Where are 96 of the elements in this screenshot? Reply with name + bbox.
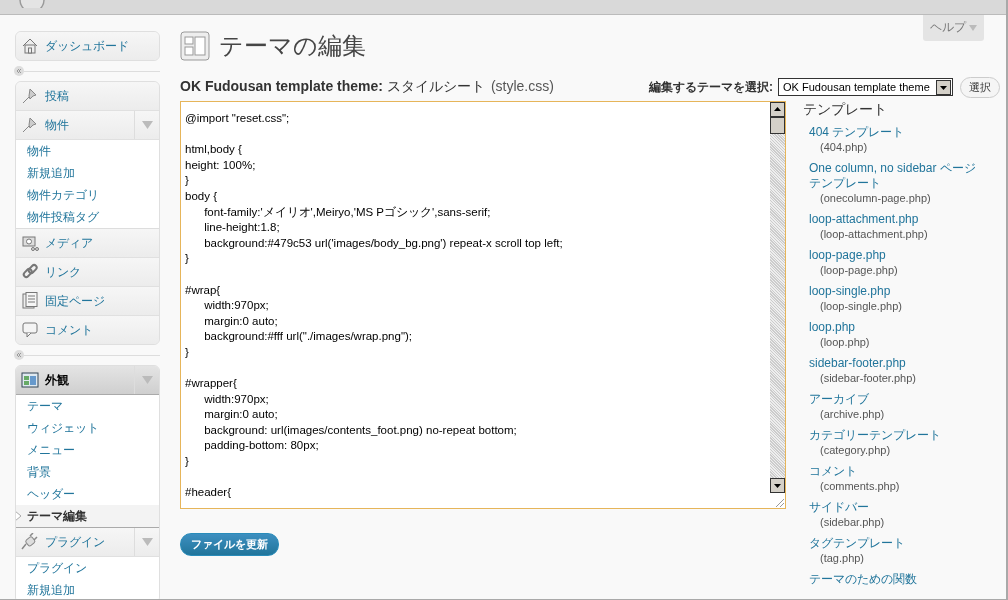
template-file: (loop.php) (819, 335, 871, 349)
submenu-item[interactable]: メニュー (16, 439, 159, 461)
submenu-item[interactable]: テーマ編集 (16, 505, 159, 527)
collapse-icon[interactable] (14, 66, 24, 76)
template-link[interactable]: loop-single.php (809, 284, 977, 299)
scroll-up-icon[interactable] (770, 102, 785, 117)
submenu-item[interactable]: 新規追加 (16, 579, 159, 599)
template-file: (loop-attachment.php) (819, 227, 929, 241)
file-name: (style.css) (490, 78, 554, 94)
update-file-button[interactable]: ファイルを更新 (180, 533, 279, 556)
file-heading: OK Fudousan template theme: スタイルシート (180, 78, 485, 94)
scroll-down-icon[interactable] (770, 478, 785, 493)
collapse-icon[interactable] (14, 350, 24, 360)
dropdown-arrow-icon[interactable] (141, 121, 153, 129)
help-tab[interactable]: ヘルプ (923, 15, 984, 41)
template-file: (sidebar-footer.php) (819, 371, 917, 385)
code-line: margin:0 auto; (203, 407, 279, 423)
menu-item[interactable]: 物件 (16, 111, 159, 140)
house-icon (21, 37, 39, 55)
submenu-item[interactable]: 新規追加 (16, 162, 159, 184)
code-line: body { (185, 188, 218, 204)
pin-icon (21, 116, 39, 134)
template-file: (loop-page.php) (819, 263, 899, 277)
select-button[interactable]: 選択 (960, 76, 1000, 98)
submenu-item[interactable]: テーマ (16, 395, 159, 417)
dropdown-arrow-icon[interactable] (141, 538, 153, 546)
template-link[interactable]: カテゴリーテンプレート (809, 428, 977, 443)
submenu-item[interactable]: 物件カテゴリ (16, 184, 159, 206)
code-line: height: 100%; (185, 157, 257, 173)
submenu-item[interactable]: ヘッダー (16, 483, 159, 505)
code-line: width:970px; (203, 298, 270, 314)
theme-select[interactable]: OK Fudousan template theme (778, 78, 953, 96)
template-link[interactable]: sidebar-footer.php (809, 356, 977, 371)
code-line: font-family:'メイリオ',Meiryo,'MS Pゴシック',sans-serif; (203, 204, 492, 220)
template-link[interactable]: One column, no sidebar ページテンプレート (809, 161, 977, 191)
template-link[interactable]: テーマのための関数 (809, 572, 977, 587)
page-title: テーマの編集 (219, 31, 366, 61)
templates-heading: テンプレート (803, 101, 888, 119)
bubble-icon (21, 321, 39, 339)
code-line: #wrap{ (185, 282, 222, 298)
code-line: padding-bottom: 80px; (203, 438, 320, 454)
code-line: #wrapper{ (185, 376, 238, 392)
menu-item[interactable]: 投稿 (16, 82, 159, 111)
template-file: (archive.php) (819, 407, 886, 421)
code-line: background:#479c53 url('images/body_bg.png') repeat-x scroll top left; (203, 235, 564, 251)
code-line: width:970px; (203, 391, 270, 407)
pin-icon (21, 87, 39, 105)
code-editor[interactable] (180, 101, 786, 509)
menu-item[interactable]: コメント (16, 316, 159, 344)
scroll-thumb[interactable] (770, 117, 785, 134)
template-file: (onecolumn-page.php) (819, 191, 932, 205)
code-line: } (185, 173, 190, 189)
code-line: background:#fff url("./images/wrap.png"); (203, 329, 413, 345)
menu-item[interactable]: ダッシュボード (16, 32, 159, 60)
submenu-item[interactable]: プラグイン (16, 557, 159, 579)
template-file: (tag.php) (819, 551, 866, 565)
page-icon (21, 292, 39, 310)
code-line: line-height:1.8; (203, 220, 281, 236)
media-icon (21, 234, 39, 252)
template-link[interactable]: アーカイブ (809, 392, 977, 407)
link-icon (21, 263, 39, 281)
template-link[interactable]: loop.php (809, 320, 977, 335)
template-link[interactable]: loop-page.php (809, 248, 977, 263)
theme-select-label: 編集するテーマを選択: (649, 78, 773, 96)
code-line: margin:0 auto; (203, 313, 279, 329)
template-link[interactable]: タグテンプレート (809, 536, 977, 551)
template-link[interactable]: 404 テンプレート (809, 125, 977, 140)
template-link[interactable]: loop-attachment.php (809, 212, 977, 227)
code-line: @import "reset.css"; (185, 111, 291, 126)
layout-icon (21, 371, 39, 389)
code-line: background: url(images/contents_foot.png) no-repeat bottom; (203, 422, 518, 438)
dropdown-arrow-icon (969, 24, 977, 31)
menu-item[interactable]: プラグイン (16, 528, 159, 557)
menu-item[interactable]: 外観 (16, 366, 159, 395)
menu-item[interactable]: メディア (16, 229, 159, 258)
code-line: } (185, 454, 190, 470)
submenu-item[interactable]: ウィジェット (16, 417, 159, 439)
template-file: (sidebar.php) (819, 515, 886, 529)
code-line: } (185, 251, 190, 267)
template-link[interactable]: サイドバー (809, 500, 977, 515)
code-line: #header{ (185, 485, 233, 501)
template-link[interactable]: コメント (809, 464, 977, 479)
template-file: (loop-single.php) (819, 299, 903, 313)
code-line: } (185, 344, 190, 360)
current-pointer-icon (16, 511, 21, 521)
code-line: html,body { (185, 142, 243, 158)
layout-icon (180, 31, 210, 61)
template-file: (404.php) (819, 140, 869, 154)
scrollbar[interactable] (770, 102, 785, 508)
submenu-item[interactable]: 物件 (16, 140, 159, 162)
template-file: (category.php) (819, 443, 892, 457)
menu-item[interactable]: 固定ページ (16, 287, 159, 316)
menu-item[interactable]: リンク (16, 258, 159, 287)
template-file: (comments.php) (819, 479, 901, 493)
submenu-item[interactable]: 背景 (16, 461, 159, 483)
submenu-item[interactable]: 物件投稿タグ (16, 206, 159, 228)
